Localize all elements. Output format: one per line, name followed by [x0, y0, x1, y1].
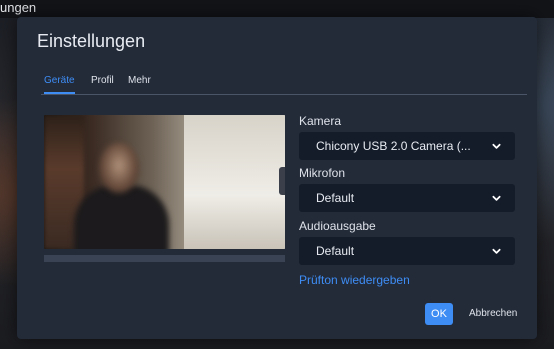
tab-bar: Geräte Profil Mehr: [41, 74, 527, 95]
preview-background-wall: [184, 115, 285, 249]
microphone-select[interactable]: Default: [299, 184, 515, 212]
microphone-label: Mikrofon: [299, 166, 346, 180]
tab-mehr[interactable]: Mehr: [128, 74, 151, 93]
camera-preview: [44, 115, 285, 249]
preview-person-body: [74, 185, 169, 249]
cancel-button[interactable]: Abbrechen: [469, 303, 517, 325]
top-bar-text: ungen: [0, 0, 37, 15]
chevron-down-icon: [492, 248, 501, 254]
camera-select[interactable]: Chicony USB 2.0 Camera (...: [299, 132, 515, 160]
top-bar: ungen: [0, 0, 554, 18]
audio-output-label: Audioausgabe: [299, 219, 376, 233]
chevron-down-icon: [492, 195, 501, 201]
tab-geraete[interactable]: Geräte: [44, 74, 75, 94]
microphone-select-value: Default: [316, 191, 355, 205]
preview-person-head: [99, 143, 139, 193]
settings-dialog: Einstellungen Geräte Profil Mehr Kamera …: [17, 17, 537, 339]
tab-profil[interactable]: Profil: [91, 74, 114, 93]
audio-output-select-value: Default: [316, 244, 355, 258]
chevron-down-icon: [492, 143, 501, 149]
ok-button[interactable]: OK: [425, 303, 453, 325]
camera-label: Kamera: [299, 114, 342, 128]
camera-select-value: Chicony USB 2.0 Camera (...: [316, 139, 471, 153]
preview-handle[interactable]: [279, 167, 285, 195]
dialog-title: Einstellungen: [37, 31, 146, 51]
play-test-sound-link[interactable]: Prüfton wiedergeben: [299, 273, 410, 287]
audio-level-bar: [44, 255, 285, 262]
audio-output-select[interactable]: Default: [299, 237, 515, 265]
